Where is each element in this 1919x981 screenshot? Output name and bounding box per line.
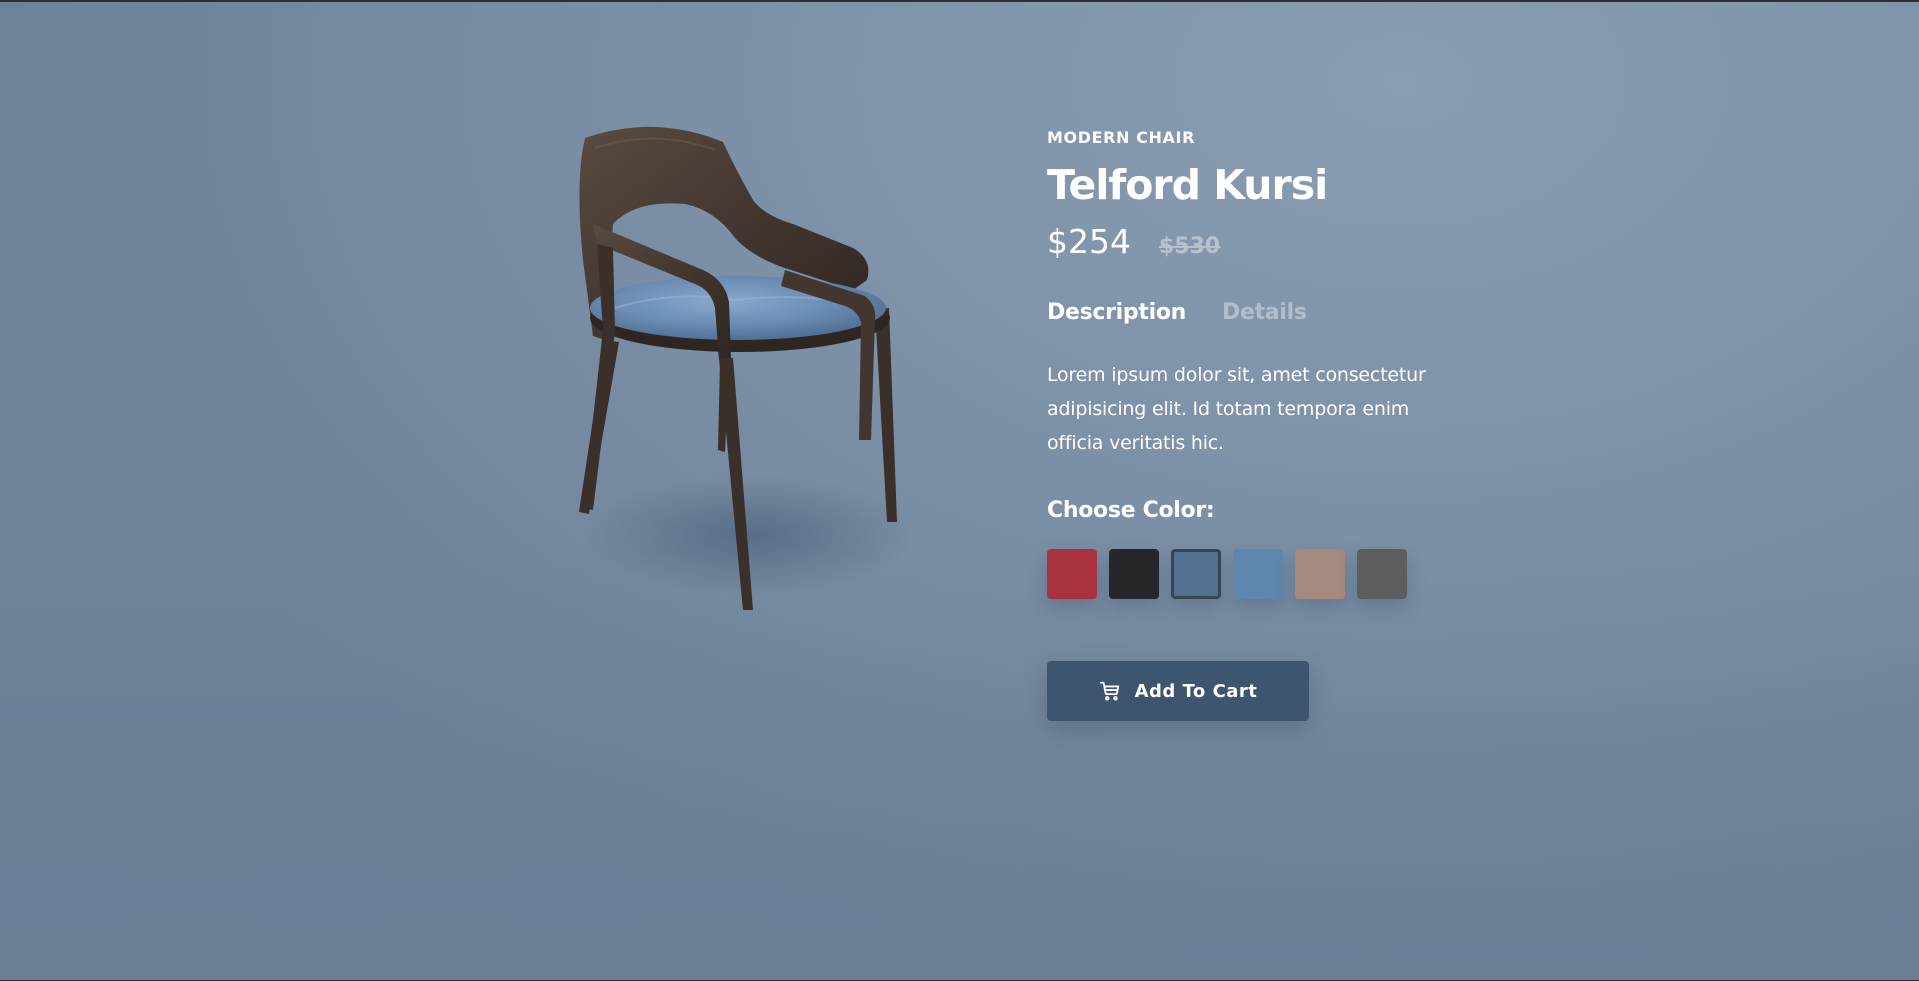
product-category: MODERN CHAIR [1047,128,1196,147]
color-swatch-red[interactable] [1047,549,1097,599]
product-title: Telford Kursi [1047,161,1328,209]
tab-description[interactable]: Description [1047,300,1186,325]
color-swatches [1047,549,1477,599]
tab-details[interactable]: Details [1222,300,1307,325]
color-swatch-light-blue[interactable] [1233,549,1283,599]
price-row: $254 $530 [1047,222,1477,262]
product-page: MODERN CHAIR Telford Kursi $254 $530 Des… [0,0,1919,981]
info-tabs: Description Details [1047,300,1477,325]
chair-image [535,120,955,630]
color-picker-label: Choose Color: [1047,498,1215,523]
product-info: MODERN CHAIR Telford Kursi $254 $530 Des… [1047,128,1477,721]
add-to-cart-button[interactable]: Add To Cart [1047,661,1309,721]
product-description: Lorem ipsum dolor sit, amet consectetur … [1047,364,1426,454]
color-swatch-black[interactable] [1109,549,1159,599]
color-swatch-beige[interactable] [1295,549,1345,599]
original-price: $530 [1158,234,1221,259]
add-to-cart-label: Add To Cart [1134,680,1258,702]
cart-icon [1099,680,1121,702]
color-swatch-grey[interactable] [1357,549,1407,599]
color-swatch-blue-velvet[interactable] [1171,549,1221,599]
current-price: $254 [1047,222,1131,261]
